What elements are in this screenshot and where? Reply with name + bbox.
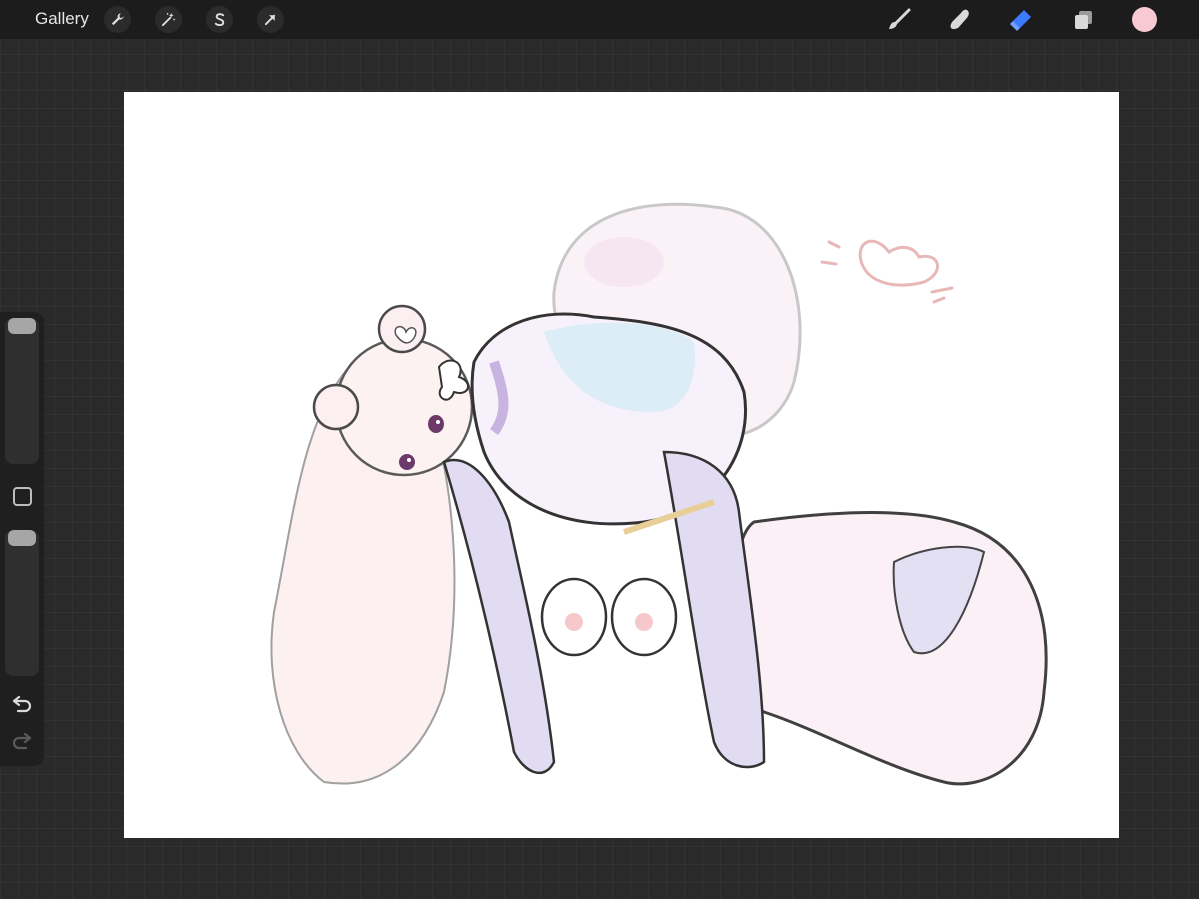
sketch-artwork xyxy=(270,202,1048,786)
redo-icon xyxy=(12,732,32,750)
selection-button[interactable] xyxy=(206,6,233,33)
color-picker-swatch[interactable] xyxy=(1132,7,1157,32)
layers-icon xyxy=(1075,11,1092,29)
smudge-tool-button[interactable] xyxy=(946,6,974,34)
magic-wand-icon xyxy=(161,12,175,27)
opacity-slider-handle[interactable] xyxy=(8,530,36,546)
undo-icon xyxy=(12,695,32,713)
selection-s-icon xyxy=(214,13,225,27)
redo-button[interactable] xyxy=(10,732,34,753)
eraser-tool-button[interactable] xyxy=(1007,6,1035,34)
layers-button[interactable] xyxy=(1069,6,1097,34)
undo-button[interactable] xyxy=(10,695,34,716)
left-sidebar xyxy=(0,312,44,766)
transform-button[interactable] xyxy=(257,6,284,33)
brush-size-slider[interactable] xyxy=(5,318,39,464)
brush-size-slider-handle[interactable] xyxy=(8,318,36,334)
drawing-canvas[interactable] xyxy=(124,92,1119,838)
actions-button[interactable] xyxy=(104,6,131,33)
paintbrush-icon xyxy=(889,8,911,29)
wrench-icon xyxy=(111,13,124,26)
smudge-finger-icon xyxy=(950,9,969,30)
opacity-slider[interactable] xyxy=(5,530,39,676)
top-toolbar: Gallery xyxy=(0,0,1199,39)
eraser-icon xyxy=(1010,10,1031,31)
adjustments-button[interactable] xyxy=(155,6,182,33)
gallery-button[interactable]: Gallery xyxy=(35,9,89,29)
arrow-cursor-icon xyxy=(264,14,276,26)
brush-tool-button[interactable] xyxy=(885,6,913,34)
modify-button[interactable] xyxy=(13,487,32,506)
